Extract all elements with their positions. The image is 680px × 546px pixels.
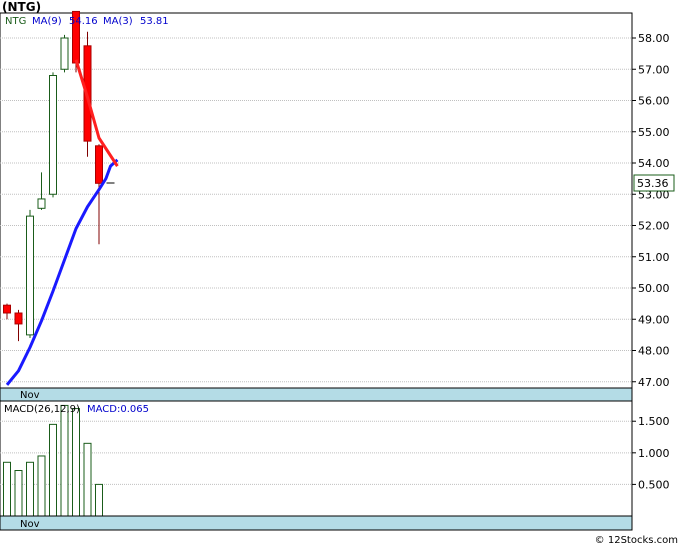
macd-bar bbox=[14, 470, 23, 517]
macd-tick-label: 1.500 bbox=[638, 415, 670, 428]
macd-bar bbox=[72, 408, 80, 517]
footer-credit: © 12Stocks.com bbox=[594, 535, 678, 546]
macd-bar bbox=[83, 442, 92, 517]
macd-bar bbox=[60, 404, 69, 517]
legend-ma3-label: MA(3) bbox=[103, 16, 133, 27]
price-candle bbox=[60, 37, 69, 70]
legend-ma9-value: 54.16 bbox=[69, 16, 98, 27]
price-candle bbox=[3, 304, 11, 314]
legend-ma3-value: 53.81 bbox=[140, 16, 169, 27]
price-x-axis-label: Nov bbox=[20, 390, 40, 401]
macd-bar bbox=[49, 423, 57, 517]
price-candle bbox=[37, 198, 46, 209]
stock-chart: 47.0048.0049.0050.0051.0052.0053.0054.00… bbox=[0, 10, 675, 531]
price-tick-label: 55.00 bbox=[638, 126, 670, 139]
price-tick-label: 52.00 bbox=[638, 220, 670, 233]
price-x-axis-band bbox=[0, 387, 633, 402]
legend-symbol: NTG bbox=[5, 16, 26, 27]
macd-legend-label: MACD(26,12,9) bbox=[4, 404, 80, 415]
macd-bar bbox=[37, 455, 46, 517]
macd-bar bbox=[95, 483, 103, 517]
price-candle bbox=[26, 215, 34, 336]
price-tick-label: 56.00 bbox=[638, 95, 670, 108]
price-tick-label: 54.00 bbox=[638, 157, 670, 170]
macd-x-axis-band bbox=[0, 515, 633, 531]
price-candle bbox=[14, 312, 23, 325]
macd-bar bbox=[26, 461, 34, 517]
price-tick-label: 57.00 bbox=[638, 63, 670, 76]
macd-bar bbox=[3, 461, 11, 517]
legend-ma9-label: MA(9) bbox=[32, 16, 62, 27]
price-tick-label: 47.00 bbox=[638, 376, 670, 389]
price-tick-label: 48.00 bbox=[638, 345, 670, 358]
last-price-label: 53.36 bbox=[637, 177, 669, 190]
price-tick-label: 49.00 bbox=[638, 313, 670, 326]
macd-y-axis: 0.500 1.000 1.500 bbox=[632, 415, 670, 491]
price-tick-label: 51.00 bbox=[638, 251, 670, 264]
macd-tick-label: 1.000 bbox=[638, 447, 670, 460]
price-tick-label: 50.00 bbox=[638, 282, 670, 295]
macd-x-axis-label: Nov bbox=[20, 519, 40, 530]
macd-legend-value: MACD:0.065 bbox=[87, 404, 149, 415]
price-panel: 47.0048.0049.0050.0051.0052.0053.0054.00… bbox=[0, 10, 675, 389]
price-candle bbox=[95, 145, 103, 184]
price-y-axis: 47.0048.0049.0050.0051.0052.0053.0054.00… bbox=[632, 32, 675, 389]
price-tick-label: 58.00 bbox=[638, 32, 670, 45]
macd-panel: 0.500 1.000 1.500 MACD(26,12,9) MACD:0.065 bbox=[0, 400, 670, 517]
price-candle bbox=[49, 75, 57, 195]
macd-tick-label: 0.500 bbox=[638, 478, 670, 491]
